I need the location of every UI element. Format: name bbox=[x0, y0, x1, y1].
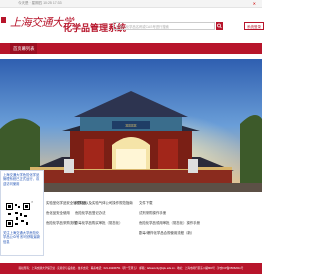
list-item[interactable]: 剧毒/爆炸化学品合规使用流程（新） bbox=[139, 231, 200, 235]
floating-qr-notice: 上海交通大学危险化学品管理系统已正式运行，欢迎访问使用 × 关注上海交通大学危险… bbox=[0, 170, 44, 256]
top-bar: 今天是 · 星期四 10:25 17:33 ✕ bbox=[0, 0, 262, 8]
notice-text[interactable]: 上海交通大学危险化学品管理系统已正式运行，欢迎访问使用 bbox=[3, 173, 41, 186]
list-item[interactable]: 文件下载 bbox=[139, 201, 200, 205]
logo-seal bbox=[1, 17, 6, 23]
close-icon[interactable]: × bbox=[31, 199, 33, 204]
search-button[interactable] bbox=[216, 22, 223, 30]
list-item[interactable]: 剧毒化学品购买审批（常态化） bbox=[75, 221, 133, 225]
list-item[interactable]: 危险化学品登记办法 bbox=[75, 211, 133, 215]
tab-home-list[interactable]: 首页幕列表 bbox=[10, 43, 38, 54]
footer: 版权所有：上海交通大学保卫处 · 实验室与设备处 · 技术支持：联系电话：021… bbox=[0, 263, 262, 274]
svg-text:ΞΞΞΞ: ΞΞΞΞ bbox=[125, 123, 136, 128]
nav-bar: 首页幕列表 bbox=[0, 43, 262, 54]
close-icon[interactable]: ✕ bbox=[253, 1, 256, 6]
search-icon bbox=[217, 23, 222, 29]
qr-code-icon bbox=[6, 203, 30, 227]
date-time: 今天是 · 星期四 10:25 17:33 bbox=[18, 1, 62, 5]
list-item[interactable]: 化学品以及实验气体公司操作规范指南 bbox=[75, 201, 133, 205]
list-item[interactable]: 试剂采购操作手册 bbox=[139, 211, 200, 215]
notice-text[interactable]: 关注上海交通大学危险化学品公众号 即可获取最新信息 bbox=[3, 231, 41, 244]
footer-text: 版权所有：上海交通大学保卫处 · 实验室与设备处 · 技术支持：联系电话：021… bbox=[18, 267, 244, 270]
list-item[interactable]: 危险化学品领用审批（常态化）操作手册 bbox=[139, 221, 200, 225]
login-button[interactable]: 系统登录 bbox=[244, 22, 264, 30]
search-input[interactable]: 请输入化学品名称或CAS号进行搜索 bbox=[113, 22, 215, 30]
